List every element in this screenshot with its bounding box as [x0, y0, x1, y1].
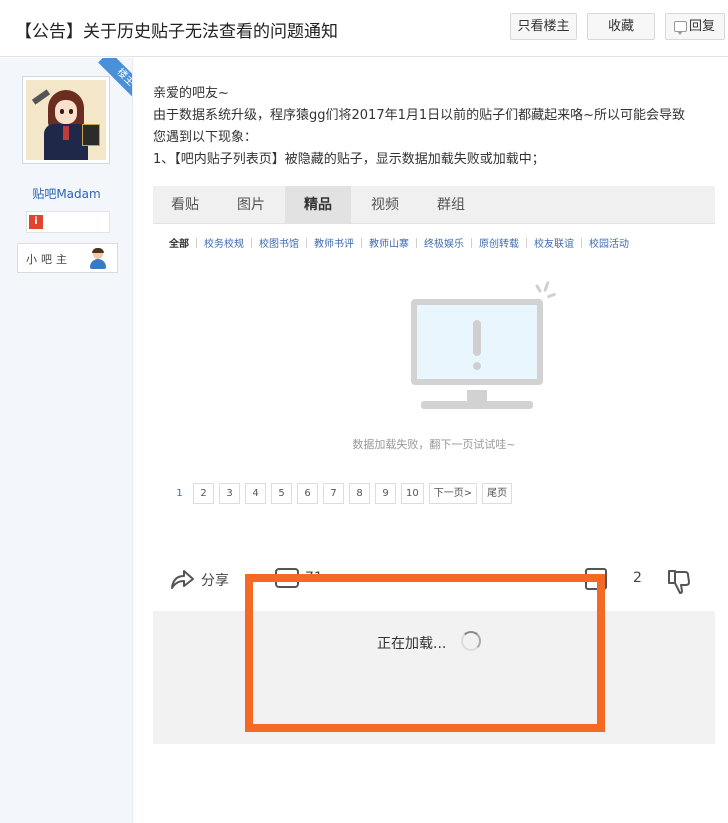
comment-icon [674, 21, 687, 35]
thumbs-down-icon [668, 570, 690, 594]
category-item: 原创转载 [479, 239, 519, 250]
post-line: 亲爱的吧友~ [153, 86, 229, 101]
embedded-screenshot: 看贴 图片 精品 视频 群组 全部 校务校规 校图书馆 教师书评 教师山寨 终极娱乐 原创转… [153, 186, 715, 744]
post-title: 【公告】关于历史贴子无法查看的问题通知 [15, 22, 338, 42]
pagination: 1 2 3 4 5 6 7 8 9 10 下一页> 尾页 [171, 483, 517, 504]
exclamation-dot [473, 362, 481, 370]
alert-spark-icon [534, 283, 543, 294]
page-link: 2 [193, 483, 214, 504]
alert-spark-icon [543, 280, 550, 293]
op-badge-label: 楼主 [98, 58, 132, 98]
author-info-box: i [26, 211, 110, 233]
tab-groups: 群组 [437, 197, 465, 213]
op-badge: 楼主 [93, 58, 132, 98]
post-line: 您遇到以下现象： [153, 130, 258, 145]
page: 【公告】关于历史贴子无法查看的问题通知 只看楼主 收藏 回复 楼主 贴吧Mada… [0, 0, 728, 823]
share-icon [171, 570, 194, 589]
next-page-link: 下一页> [428, 483, 478, 504]
post-header: 【公告】关于历史贴子无法查看的问题通知 只看楼主 收藏 回复 [0, 0, 728, 57]
page-link: 7 [323, 483, 344, 504]
tab-featured: 精品 [285, 186, 351, 224]
category-row: 全部 校务校规 校图书馆 教师书评 教师山寨 终极娱乐 原创转载 校友联谊 校园活动 [169, 235, 629, 250]
reply-label: 回复 [688, 19, 715, 34]
author-username[interactable]: 贴吧Madam [0, 185, 132, 202]
post-line: 1、【吧内贴子列表页】被隐藏的贴子，显示数据加载失败或加载中； [153, 152, 545, 167]
category-item: 终极娱乐 [424, 239, 464, 250]
role-label: 小吧主 [26, 253, 71, 266]
category-item: 校务校规 [204, 239, 244, 250]
moderator-icon [88, 248, 108, 270]
page-link: 9 [375, 483, 396, 504]
monitor-base [421, 401, 533, 409]
reply-button[interactable]: 回复 [665, 13, 725, 40]
share-label: 分享 [201, 573, 229, 589]
highlight-box [245, 574, 605, 732]
page-link: 6 [297, 483, 318, 504]
author-role-badge: 小吧主 [17, 243, 118, 273]
post-content: 亲爱的吧友~ 由于数据系统升级，程序猿gg们将2017年1月1日以前的贴子们都藏… [153, 83, 723, 171]
page-link: 3 [219, 483, 240, 504]
tab-images: 图片 [237, 197, 265, 213]
post-line: 由于数据系统升级，程序猿gg们将2017年1月1日以前的贴子们都藏起来咯~所以可… [153, 108, 686, 123]
load-failed-message: 数据加载失败，翻下一页试试哇~ [352, 438, 516, 451]
page-link: 8 [349, 483, 370, 504]
category-item: 全部 [169, 239, 189, 250]
favorite-button[interactable]: 收藏 [587, 13, 655, 40]
tab-posts: 看贴 [171, 197, 199, 213]
exclamation-icon [473, 320, 481, 356]
category-item: 校园活动 [589, 239, 629, 250]
category-item: 教师书评 [314, 239, 354, 250]
only-op-button[interactable]: 只看楼主 [510, 13, 577, 40]
page-current: 1 [176, 488, 183, 499]
author-sidebar: 楼主 贴吧Madam i 小吧主 [0, 58, 133, 823]
category-item: 校友联谊 [534, 239, 574, 250]
page-link: 4 [245, 483, 266, 504]
alert-spark-icon [546, 292, 557, 299]
info-icon[interactable]: i [29, 215, 43, 229]
category-item: 校图书馆 [259, 239, 299, 250]
tab-bar: 看贴 图片 精品 视频 群组 [153, 186, 715, 224]
page-link: 10 [401, 483, 424, 504]
page-link: 5 [271, 483, 292, 504]
tab-videos: 视频 [371, 197, 399, 213]
category-item: 教师山寨 [369, 239, 409, 250]
last-page-link: 尾页 [482, 483, 513, 504]
like-count: 2 [633, 570, 642, 586]
